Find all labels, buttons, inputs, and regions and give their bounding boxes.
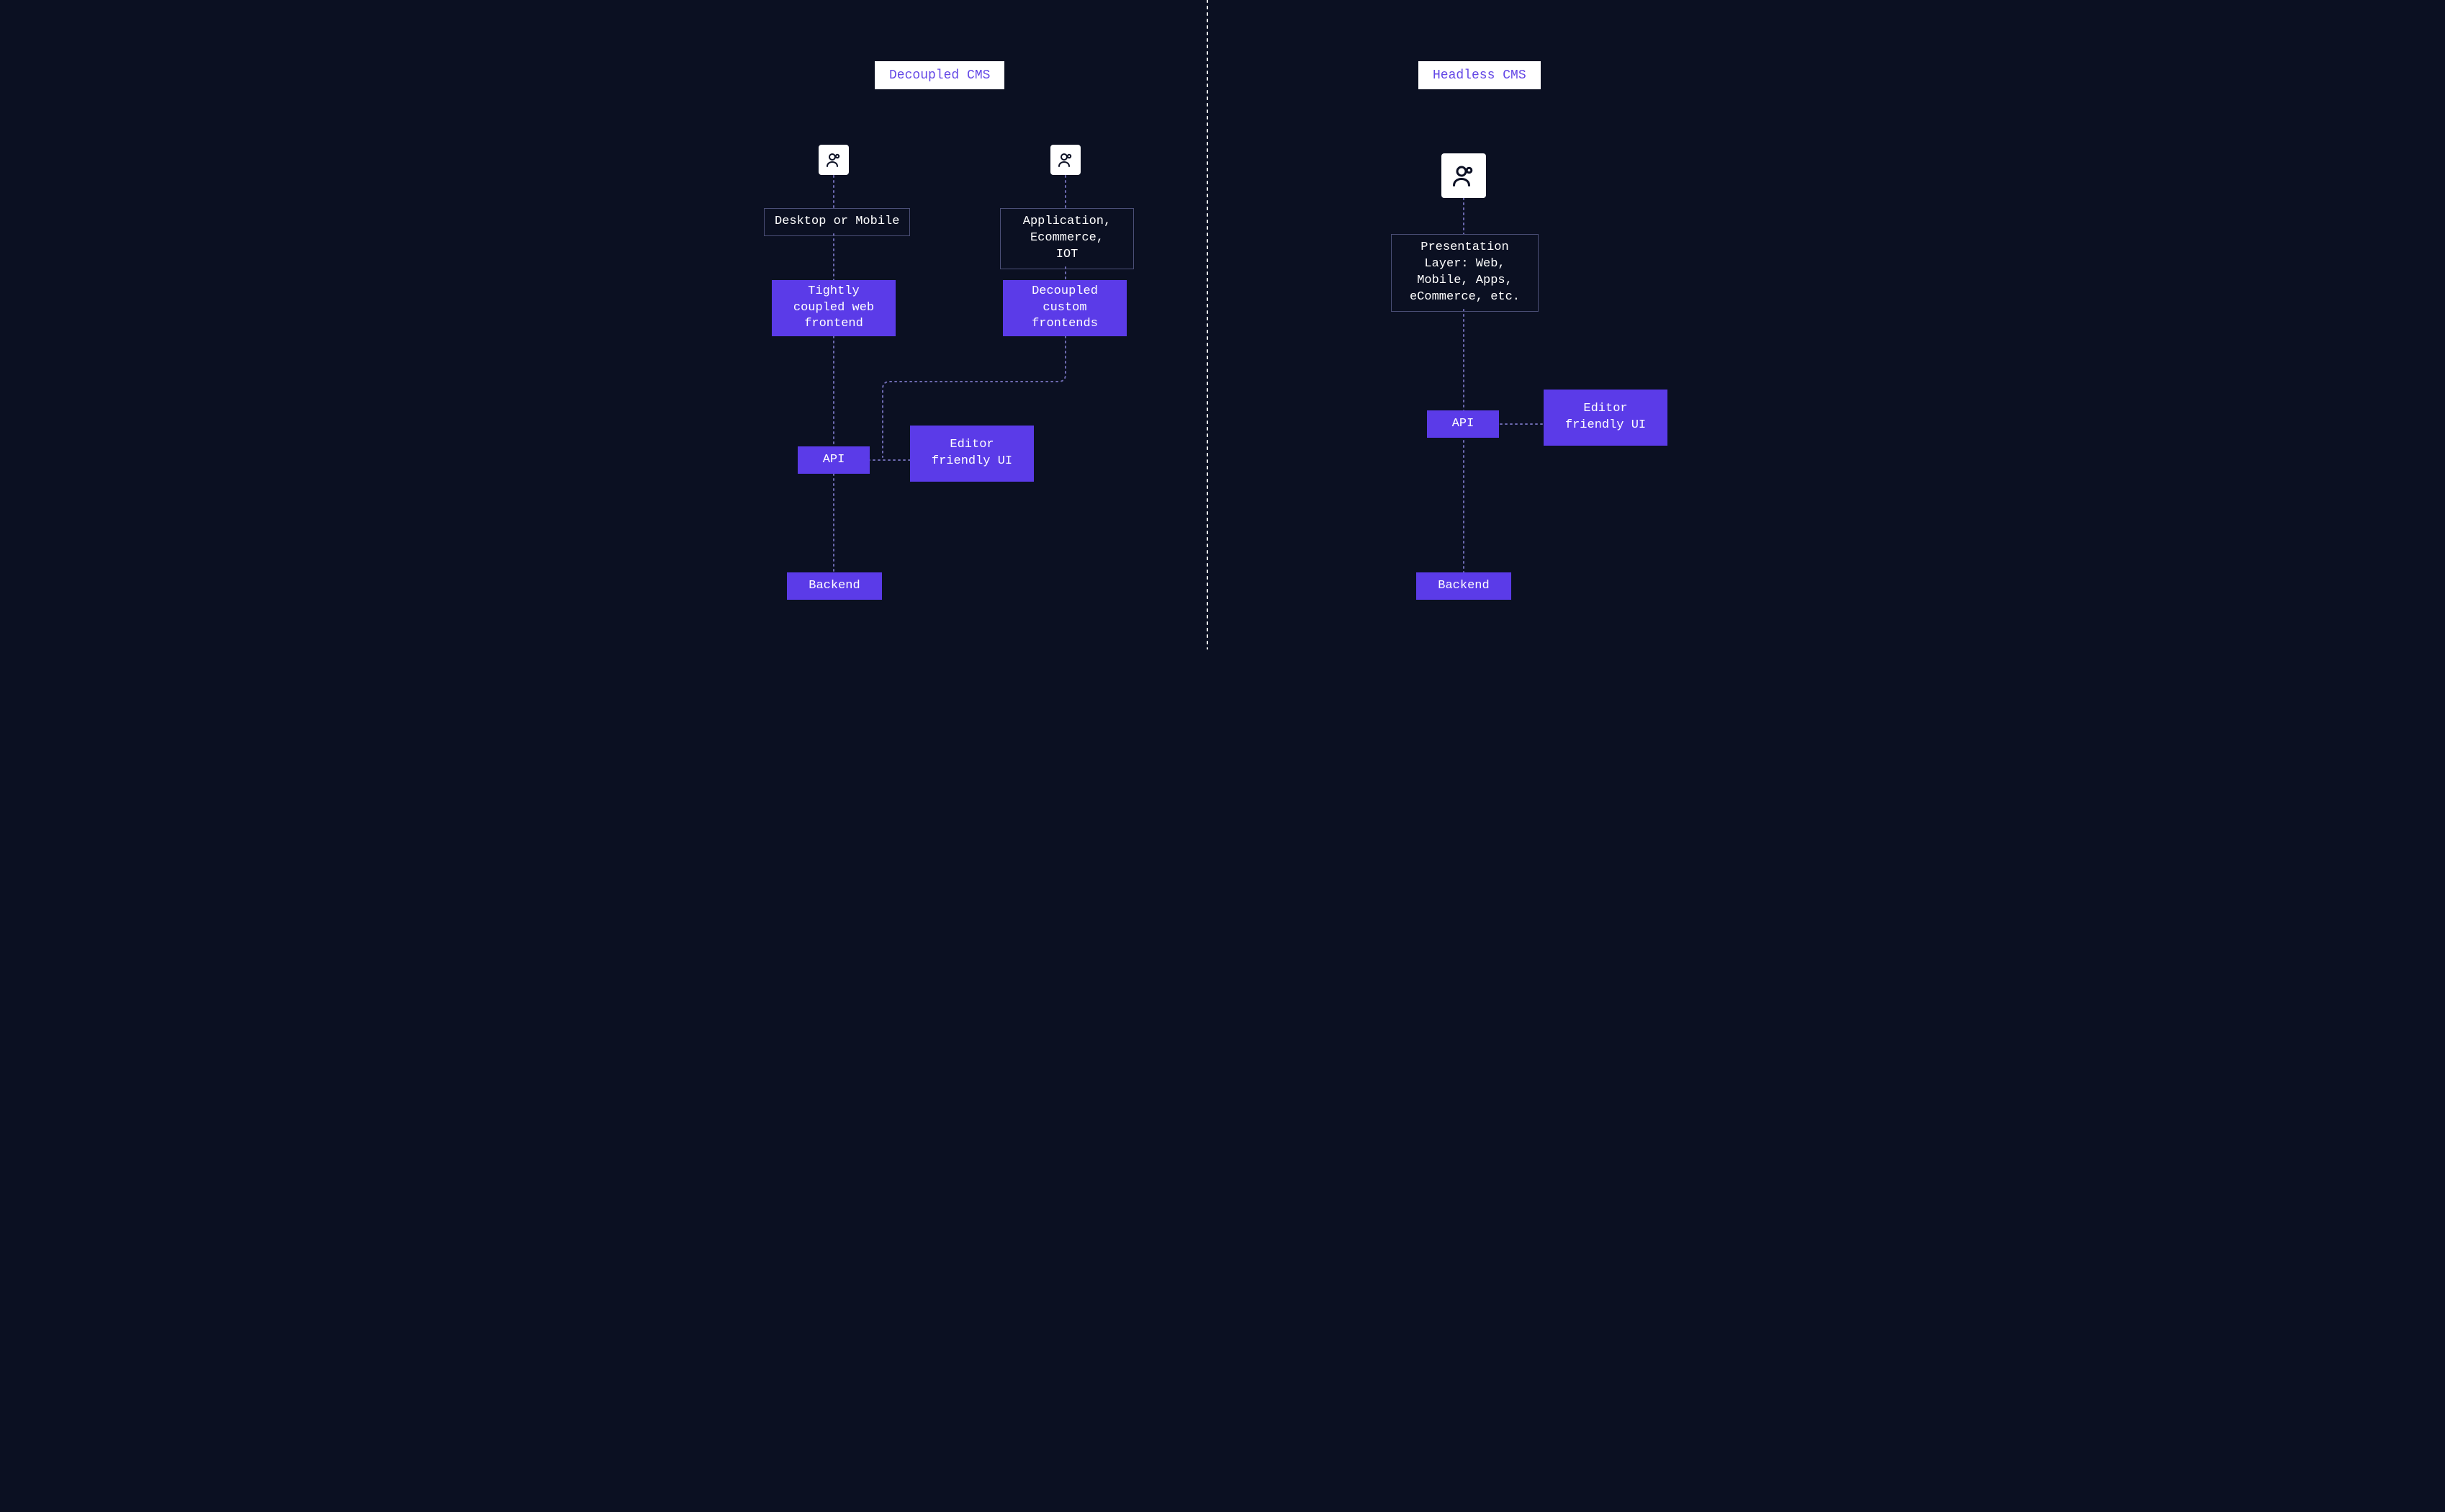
presentation-layer: Presentation Layer: Web, Mobile, Apps, e… bbox=[1391, 234, 1539, 312]
decoupled-frontends: Decoupled custom frontends bbox=[1003, 280, 1127, 336]
users-icon bbox=[819, 145, 849, 175]
editor-ui-left: Editor friendly UI bbox=[910, 426, 1034, 482]
diagram-canvas: Decoupled CMS Desktop or Mobile Applicat… bbox=[698, 0, 1747, 649]
users-icon bbox=[1441, 153, 1486, 198]
backend-left: Backend bbox=[787, 572, 882, 600]
api-node-left: API bbox=[798, 446, 870, 474]
api-node-right: API bbox=[1427, 410, 1499, 438]
users-icon bbox=[1050, 145, 1081, 175]
editor-ui-right: Editor friendly UI bbox=[1544, 390, 1667, 446]
platform-desktop-mobile: Desktop or Mobile bbox=[764, 208, 910, 236]
headless-title: Headless CMS bbox=[1418, 61, 1541, 89]
decoupled-title: Decoupled CMS bbox=[875, 61, 1004, 89]
tightly-coupled-frontend: Tightly coupled web frontend bbox=[772, 280, 896, 336]
platform-app-ecom-iot: Application, Ecommerce, IOT bbox=[1000, 208, 1134, 269]
backend-right: Backend bbox=[1416, 572, 1511, 600]
